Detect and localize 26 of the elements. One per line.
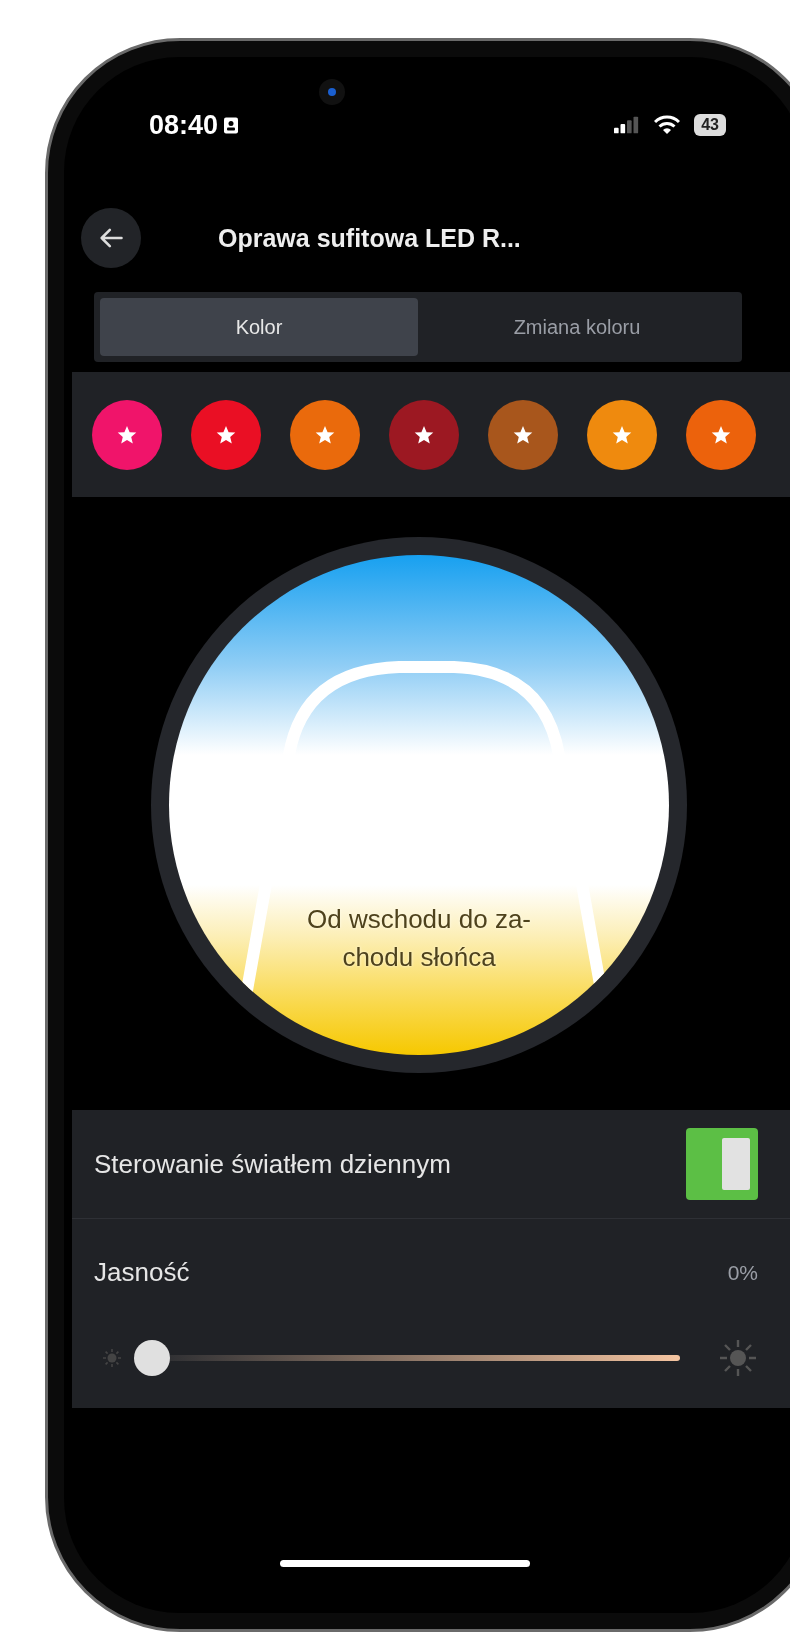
star-icon xyxy=(117,424,137,445)
daylight-toggle[interactable] xyxy=(686,1128,758,1200)
scene-dial[interactable]: Od wschodu do za- chodu słońca xyxy=(151,537,687,1073)
wifi-icon xyxy=(654,115,681,135)
bright-sun-icon xyxy=(718,1338,758,1378)
star-icon xyxy=(513,424,533,445)
star-icon xyxy=(711,424,731,445)
signal-icon xyxy=(614,116,641,134)
status-time: 08:40 xyxy=(149,109,219,141)
brightness-label: Jasność xyxy=(94,1257,190,1288)
battery-indicator: 43 xyxy=(694,114,726,136)
brightness-reading: 0% xyxy=(727,1260,758,1285)
scene-label: Od wschodu do za- chodu słońca xyxy=(306,903,532,974)
daylight-label: Sterowanie światłem dziennym xyxy=(94,1148,451,1180)
back-button[interactable] xyxy=(81,208,141,268)
contact-card-icon xyxy=(224,116,239,134)
slider-thumb[interactable] xyxy=(134,1340,170,1376)
star-icon xyxy=(414,424,434,445)
tab[interactable]: Zmiana koloru xyxy=(418,298,736,356)
dim-sun-icon xyxy=(102,1348,122,1368)
front-camera-icon xyxy=(319,79,345,105)
star-icon xyxy=(315,424,335,445)
page-title: Oprawa sufitowa LED R... xyxy=(218,223,521,253)
star-icon xyxy=(612,424,632,445)
tab[interactable]: Kolor xyxy=(100,298,418,356)
star-icon xyxy=(216,424,236,445)
